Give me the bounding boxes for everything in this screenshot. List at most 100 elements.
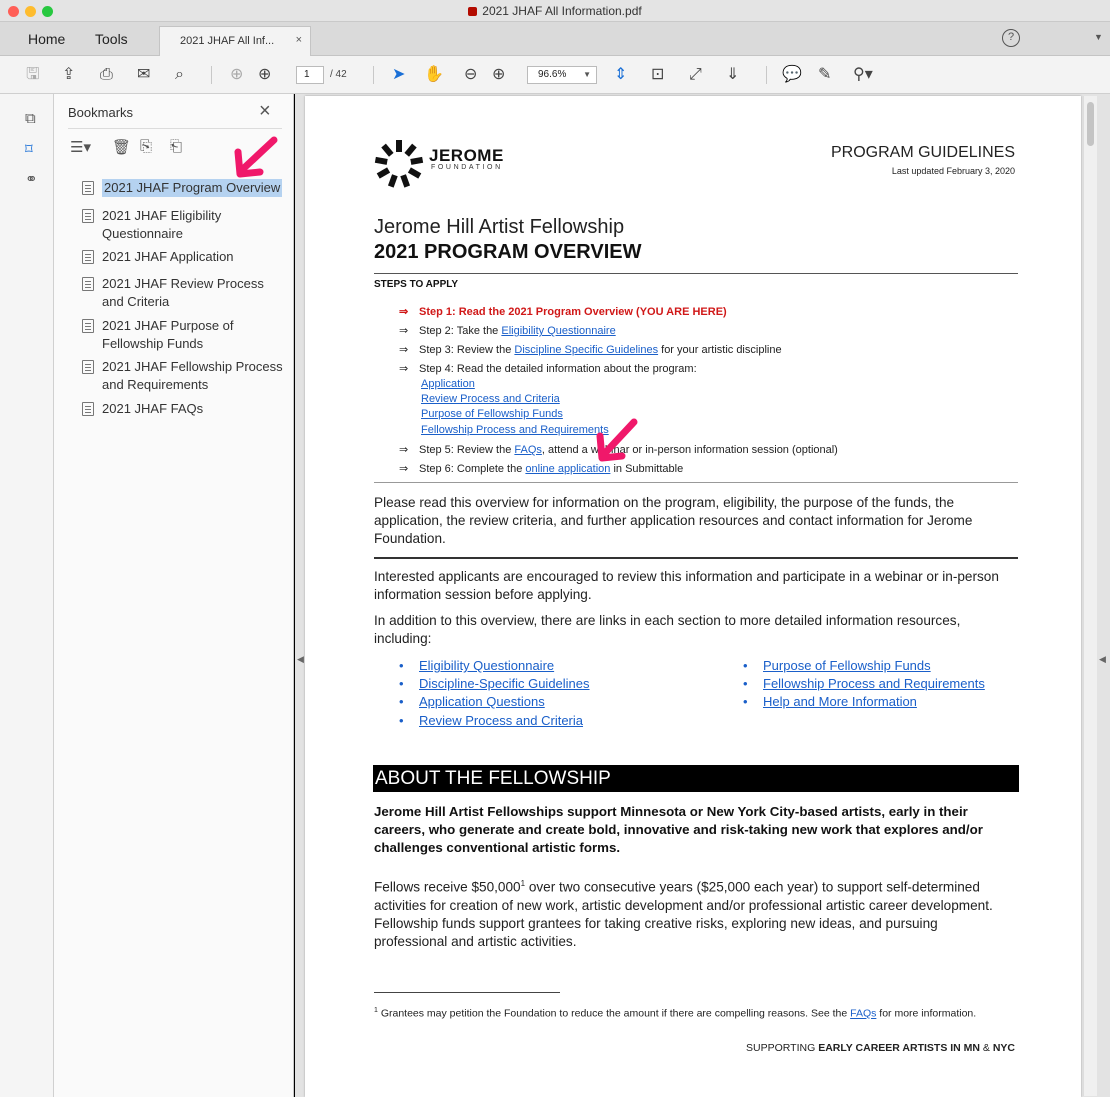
step-4: ⇒ Step 4: Read the detailed information a…: [399, 363, 697, 375]
highlight-pen-icon[interactable]: ✎: [818, 64, 831, 86]
comment-icon[interactable]: 💬: [782, 64, 802, 86]
scroll-mode-icon[interactable]: ⇓: [726, 64, 739, 86]
section-rule: [374, 273, 1018, 274]
collapse-left-panel-icon[interactable]: ◀: [297, 654, 304, 665]
home-tab[interactable]: Home: [28, 31, 65, 47]
chevron-down-icon[interactable]: ▼: [1094, 32, 1103, 42]
jerome-foundation-logo: [374, 140, 424, 188]
last-updated: Last updated February 3, 2020: [891, 166, 1015, 176]
bookmark-item[interactable]: 2021 JHAF Purpose of Fellowship Funds: [82, 317, 288, 353]
bookmark-icon[interactable]: ⌑: [25, 140, 33, 158]
toolbar-divider: [211, 66, 212, 84]
help-info-link[interactable]: Help and More Information: [763, 694, 917, 709]
chevron-down-icon: ▼: [583, 70, 591, 79]
review-process-link[interactable]: Review Process and Criteria: [421, 393, 560, 405]
eligibility-questionnaire-link[interactable]: Eligibility Questionnaire: [501, 325, 615, 337]
bookmark-options-icon[interactable]: ☰▾: [70, 138, 91, 156]
link-tool-icon[interactable]: ⚲▾: [853, 64, 873, 86]
page-thumbnails-icon[interactable]: ⧉: [25, 110, 36, 127]
about-heading: ABOUT THE FELLOWSHIP: [373, 765, 1019, 792]
page-total: / 42: [330, 69, 347, 80]
bookmark-page-icon: [82, 250, 94, 264]
email-icon[interactable]: ✉: [137, 64, 150, 86]
select-pointer-icon[interactable]: ➤: [392, 64, 405, 86]
close-tab-icon[interactable]: ×: [296, 34, 302, 46]
fellowship-process-link[interactable]: Fellowship Process and Requirements: [763, 676, 985, 691]
new-bookmark-icon[interactable]: ⎘: [140, 138, 152, 155]
footer-tagline: SUPPORTING EARLY CAREER ARTISTS IN MN & …: [746, 1042, 1015, 1054]
pdf-page: JEROME FOUNDATION PROGRAM GUIDELINES Las…: [305, 96, 1081, 1097]
bookmark-item[interactable]: 2021 JHAF Fellowship Process and Require…: [82, 358, 288, 394]
bookmark-page-icon: [82, 181, 94, 195]
purpose-funds-link[interactable]: Purpose of Fellowship Funds: [763, 658, 931, 673]
annotation-arrow-icon: [596, 418, 638, 462]
vertical-scrollbar[interactable]: [1083, 96, 1097, 1096]
discipline-guidelines-link[interactable]: Discipline Specific Guidelines: [514, 344, 658, 356]
encourage-paragraph: Interested applicants are encouraged to …: [374, 569, 999, 602]
rotate-view-icon[interactable]: ⊡: [651, 64, 664, 86]
page-number-input[interactable]: 1: [296, 66, 324, 84]
toolbar-divider: [373, 66, 374, 84]
resource-bullet: • Discipline-Specific Guidelines: [399, 676, 590, 691]
print-icon[interactable]: ⎙: [100, 64, 113, 86]
bookmark-item[interactable]: 2021 JHAF Review Process and Criteria: [82, 275, 288, 311]
resource-bullet: • Eligibility Questionnaire: [399, 658, 555, 673]
bookmark-page-icon: [82, 319, 94, 333]
bookmark-item[interactable]: 2021 JHAF Eligibility Questionnaire: [82, 207, 288, 243]
full-screen-icon[interactable]: ⤢: [689, 64, 702, 86]
zoom-out-icon[interactable]: ⊖: [464, 64, 477, 86]
bookmark-properties-icon[interactable]: ⎗: [170, 138, 182, 155]
discipline-guidelines-link[interactable]: Discipline-Specific Guidelines: [419, 676, 590, 691]
resource-bullet: • Purpose of Fellowship Funds: [743, 658, 931, 673]
zoom-level-select[interactable]: 96.6% ▼: [527, 66, 597, 84]
upload-cloud-icon[interactable]: ⇪: [62, 64, 75, 86]
navigation-rail: ⧉ ⌑ ⚭: [0, 94, 54, 1097]
zoom-in-icon[interactable]: ⊕: [492, 64, 505, 86]
logo-subtitle: FOUNDATION: [431, 164, 503, 171]
attachment-icon[interactable]: ⚭: [25, 170, 38, 188]
step-2: ⇒ Step 2: Take the Eligibility Questionna…: [399, 325, 616, 337]
review-process-link[interactable]: Review Process and Criteria: [419, 713, 583, 728]
scrollbar-thumb[interactable]: [1087, 102, 1094, 146]
bookmark-item[interactable]: 2021 JHAF Application: [82, 248, 288, 266]
close-panel-icon[interactable]: ×: [259, 100, 271, 123]
fit-page-icon[interactable]: ⇕: [614, 64, 627, 86]
tab-bar: Home Tools 2021 JHAF All Inf... × ? ▼: [0, 22, 1110, 56]
document-viewer[interactable]: JEROME FOUNDATION PROGRAM GUIDELINES Las…: [295, 94, 1110, 1097]
search-icon[interactable]: ⌕: [175, 64, 184, 86]
bookmark-item[interactable]: 2021 JHAF FAQs: [82, 400, 288, 418]
delete-bookmark-icon[interactable]: 🗑: [112, 138, 131, 156]
document-tab[interactable]: 2021 JHAF All Inf... ×: [159, 26, 311, 56]
bookmarks-panel: Bookmarks × ☰▾ 🗑 ⎘ ⎗ 2021 JHAF Program O…: [54, 94, 294, 1097]
help-icon[interactable]: ?: [1002, 29, 1020, 47]
window-title: 2021 JHAF All Information.pdf: [0, 4, 1110, 18]
about-body: Fellows receive $50,0001 over two consec…: [374, 879, 993, 949]
save-icon[interactable]: 🖫: [26, 64, 40, 86]
hand-tool-icon[interactable]: ✋: [424, 64, 444, 86]
section-rule: [374, 557, 1018, 559]
faqs-link[interactable]: FAQs: [514, 444, 542, 456]
steps-heading: STEPS TO APPLY: [374, 279, 459, 290]
footnote: 1 Grantees may petition the Foundation t…: [374, 1007, 977, 1020]
step-3: ⇒ Step 3: Review the Discipline Specific …: [399, 344, 782, 356]
application-questions-link[interactable]: Application Questions: [419, 694, 545, 709]
resource-bullet: • Fellowship Process and Requirements: [743, 676, 985, 691]
application-link[interactable]: Application: [421, 378, 475, 390]
footnote-faqs-link[interactable]: FAQs: [850, 1008, 876, 1020]
bookmark-page-icon: [82, 209, 94, 223]
bookmark-page-icon: [82, 402, 94, 416]
intro-paragraph: Please read this overview for informatio…: [374, 495, 973, 546]
next-page-icon[interactable]: ⊕: [258, 64, 271, 86]
previous-page-icon[interactable]: ⊕: [230, 64, 243, 86]
bookmarks-title: Bookmarks: [68, 105, 134, 120]
panel-divider: [68, 128, 282, 129]
resource-bullet: • Help and More Information: [743, 694, 917, 709]
resources-paragraph: In addition to this overview, there are …: [374, 613, 961, 646]
window-title-bar: 2021 JHAF All Information.pdf: [0, 0, 1110, 22]
tools-tab[interactable]: Tools: [95, 31, 128, 47]
eligibility-questionnaire-link[interactable]: Eligibility Questionnaire: [419, 658, 554, 673]
purpose-funds-link[interactable]: Purpose of Fellowship Funds: [421, 408, 563, 420]
collapse-right-panel-icon[interactable]: ◀: [1099, 654, 1106, 665]
resource-bullet: • Review Process and Criteria: [399, 713, 584, 728]
fellowship-process-link[interactable]: Fellowship Process and Requirements: [421, 424, 609, 436]
